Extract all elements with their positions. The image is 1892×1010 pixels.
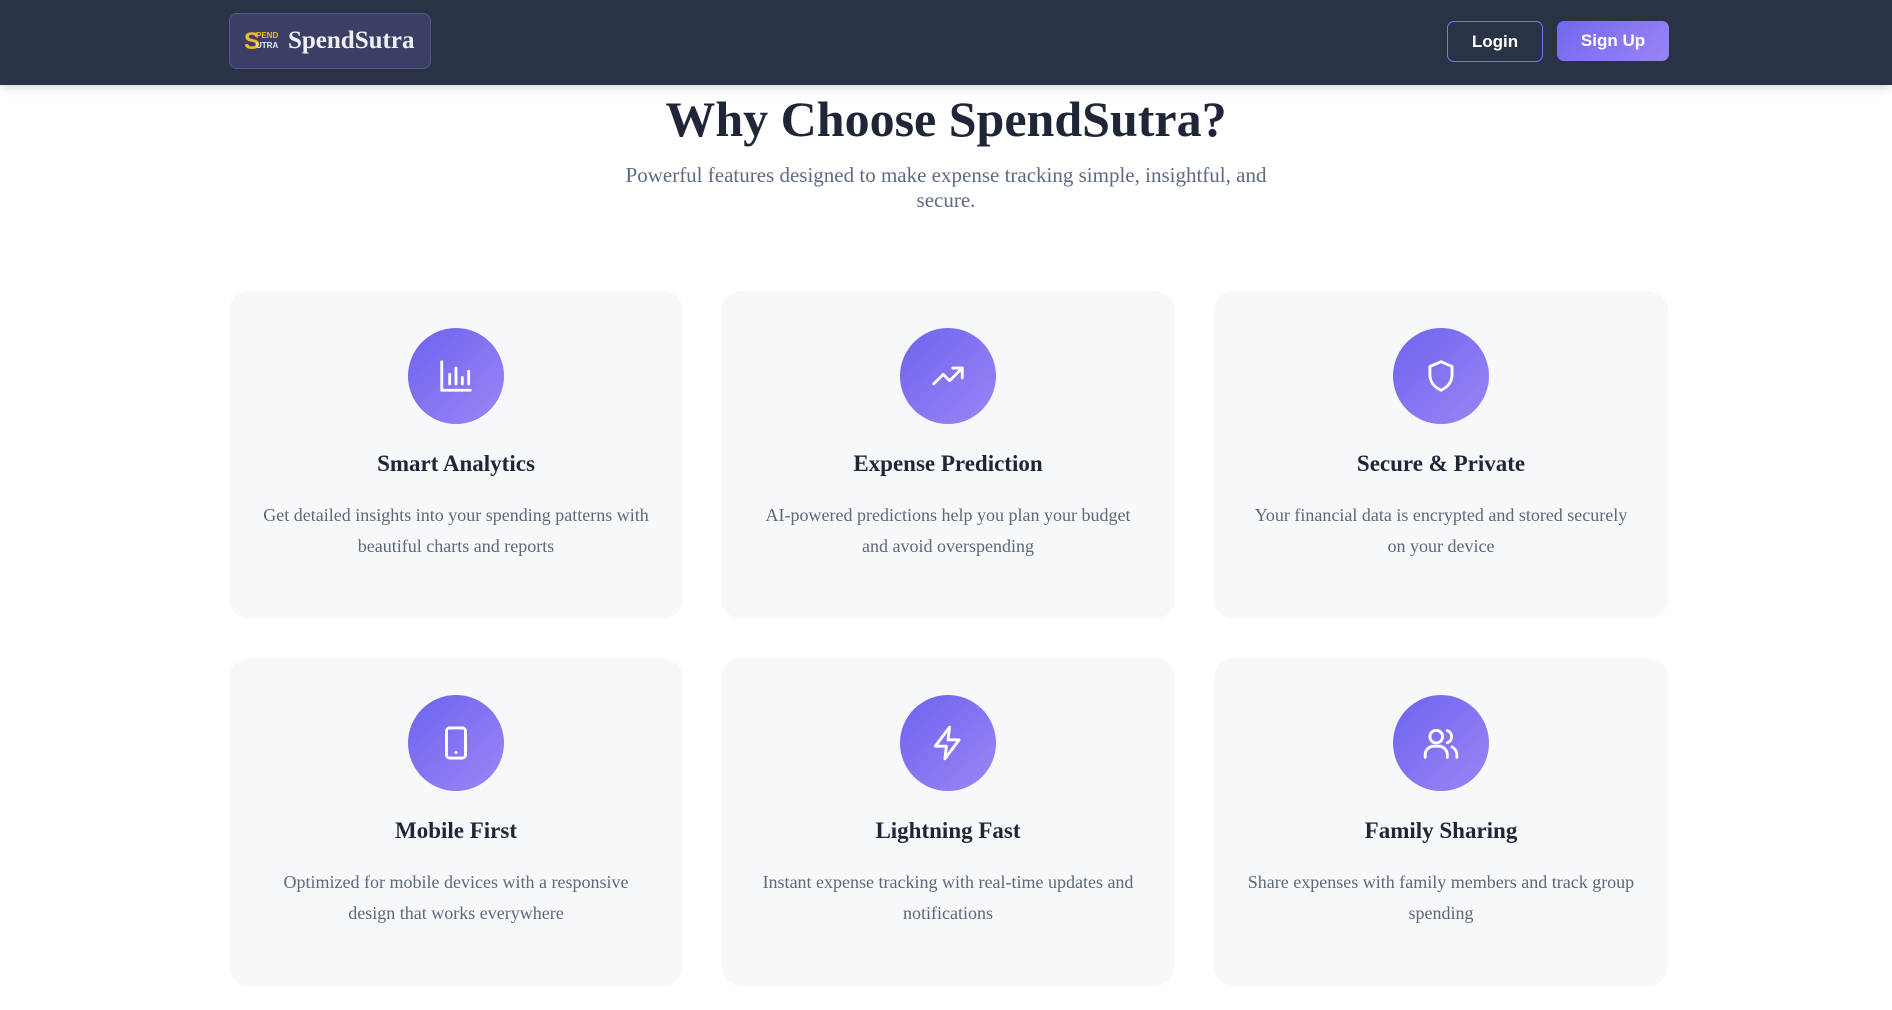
- trending-up-icon: [900, 328, 996, 424]
- feature-card-secure-private: Secure & Private Your financial data is …: [1214, 291, 1668, 619]
- card-description: Get detailed insights into your spending…: [263, 505, 649, 556]
- feature-card-mobile-first: Mobile First Optimized for mobile device…: [229, 658, 683, 986]
- svg-text:PEND: PEND: [256, 31, 278, 40]
- navbar: S PEND UTRA SpendSutra Login Sign Up: [0, 0, 1892, 85]
- card-title: Expense Prediction: [853, 451, 1043, 476]
- smartphone-icon: [408, 695, 504, 791]
- section-title: Why Choose SpendSutra?: [665, 91, 1227, 147]
- signup-button[interactable]: Sign Up: [1557, 21, 1669, 61]
- spendsutra-logo-icon: S PEND UTRA: [244, 28, 278, 55]
- card-description: Instant expense tracking with real-time …: [762, 872, 1134, 923]
- feature-card-smart-analytics: Smart Analytics Get detailed insights in…: [229, 291, 683, 619]
- card-description: Optimized for mobile devices with a resp…: [283, 872, 629, 923]
- card-title: Family Sharing: [1364, 818, 1518, 843]
- card-description: Your financial data is encrypted and sto…: [1254, 505, 1628, 556]
- lightning-icon: [900, 695, 996, 791]
- feature-card-expense-prediction: Expense Prediction AI-powered prediction…: [721, 291, 1175, 619]
- bar-chart-icon: [408, 328, 504, 424]
- svg-text:UTRA: UTRA: [256, 41, 278, 50]
- shield-icon: [1393, 328, 1489, 424]
- feature-card-lightning-fast: Lightning Fast Instant expense tracking …: [721, 658, 1175, 986]
- brand-name: SpendSutra: [288, 27, 415, 54]
- card-title: Smart Analytics: [377, 451, 535, 476]
- users-icon: [1393, 695, 1489, 791]
- brand-logo-link[interactable]: S PEND UTRA SpendSutra: [229, 13, 431, 69]
- card-title: Secure & Private: [1356, 451, 1526, 476]
- feature-card-family-sharing: Family Sharing Share expenses with famil…: [1214, 658, 1668, 986]
- card-description: Share expenses with family members and t…: [1247, 872, 1635, 923]
- card-title: Mobile First: [395, 818, 517, 843]
- card-description: AI-powered predictions help you plan you…: [765, 505, 1131, 556]
- section-subtitle: Powerful features designed to make expen…: [625, 163, 1267, 212]
- card-title: Lightning Fast: [875, 818, 1021, 843]
- login-button[interactable]: Login: [1447, 21, 1543, 62]
